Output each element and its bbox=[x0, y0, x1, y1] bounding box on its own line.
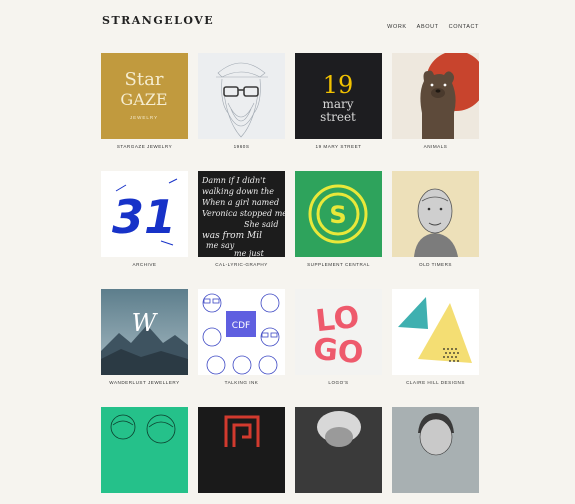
archive-artwork: 31 bbox=[101, 171, 188, 257]
art-text: 31 bbox=[112, 190, 176, 244]
portfolio-caption[interactable]: ANIMALS bbox=[392, 144, 479, 150]
art-text: JEWELRY bbox=[130, 115, 158, 120]
portfolio-caption[interactable]: 1960S bbox=[198, 144, 285, 150]
red-maze-artwork bbox=[198, 407, 285, 493]
portfolio-thumbnail[interactable] bbox=[392, 289, 479, 375]
portfolio-thumbnail[interactable] bbox=[392, 53, 479, 139]
nav-work[interactable]: WORK bbox=[387, 24, 407, 30]
portfolio-item-13[interactable] bbox=[101, 407, 188, 504]
portfolio-caption[interactable]: LOGO'S bbox=[295, 380, 382, 386]
geometric-triangles bbox=[392, 289, 479, 375]
portfolio-caption[interactable]: CAL-LYRIC-GRAPHY bbox=[198, 262, 285, 268]
art-text: was from Mil bbox=[202, 231, 262, 241]
portfolio-caption[interactable]: CLAIRE HILL DESIGNS bbox=[392, 380, 479, 386]
green-faces-artwork bbox=[101, 407, 188, 493]
portfolio-thumbnail[interactable]: LO GO bbox=[295, 289, 382, 375]
portfolio-thumbnail[interactable] bbox=[198, 407, 285, 493]
calligraphy-artwork: Damn if I didn't walking down the When a… bbox=[198, 171, 285, 257]
art-text: S bbox=[329, 201, 346, 229]
portfolio-thumbnail[interactable]: 31 bbox=[101, 171, 188, 257]
portfolio-thumbnail[interactable] bbox=[392, 407, 479, 493]
portfolio-caption[interactable]: STARGAZE JEWELRY bbox=[101, 144, 188, 150]
man-portrait-artwork bbox=[392, 407, 479, 493]
portfolio-caption[interactable]: ARCHIVE bbox=[101, 262, 188, 268]
portfolio-thumbnail[interactable]: 19 mary street bbox=[295, 53, 382, 139]
portfolio-item-animals[interactable]: ANIMALS bbox=[392, 53, 479, 150]
portfolio-caption[interactable] bbox=[392, 498, 479, 504]
portfolio-item-cal-lyric-graphy[interactable]: Damn if I didn't walking down the When a… bbox=[198, 171, 285, 268]
old-man-portrait bbox=[392, 171, 479, 257]
art-text: me say bbox=[206, 241, 235, 250]
art-text: Star bbox=[125, 69, 164, 90]
art-text: W bbox=[132, 309, 159, 337]
portfolio-item-supplement-central[interactable]: S SUPPLEMENT CENTRAL bbox=[295, 171, 382, 268]
talking-ink-artwork: CDF bbox=[198, 289, 285, 375]
portfolio-item-19-mary-street[interactable]: 19 mary street 19 MARY STREET bbox=[295, 53, 382, 150]
bear-illustration bbox=[392, 53, 479, 139]
site-logo[interactable]: STRANGELOVE bbox=[102, 14, 214, 27]
nav-about[interactable]: ABOUT bbox=[417, 24, 439, 30]
mountain-landscape: W bbox=[101, 289, 188, 375]
portfolio-caption[interactable] bbox=[101, 498, 188, 504]
art-text: 19 bbox=[323, 71, 354, 99]
portfolio-caption[interactable] bbox=[295, 498, 382, 504]
stargaze-artwork: Star GAZE JEWELRY bbox=[101, 53, 188, 139]
portfolio-caption[interactable]: 19 MARY STREET bbox=[295, 144, 382, 150]
art-text: When a girl named bbox=[202, 198, 279, 207]
portfolio-caption[interactable]: OLD TIMERS bbox=[392, 262, 479, 268]
mary-street-artwork: 19 mary street bbox=[295, 53, 382, 139]
portfolio-thumbnail[interactable]: Star GAZE JEWELRY bbox=[101, 53, 188, 139]
art-text: GO bbox=[312, 332, 365, 371]
supplement-logo-artwork: S bbox=[295, 171, 382, 257]
portfolio-item-logos[interactable]: LO GO LOGO'S bbox=[295, 289, 382, 386]
portfolio-thumbnail[interactable]: CDF bbox=[198, 289, 285, 375]
logo-lettering-artwork: LO GO bbox=[295, 289, 382, 375]
portfolio-thumbnail[interactable] bbox=[295, 407, 382, 493]
portfolio-caption[interactable]: TALKING INK bbox=[198, 380, 285, 386]
art-text: street bbox=[320, 110, 356, 124]
portfolio-item-wanderlust-jewellery[interactable]: W WANDERLUST JEWELLERY bbox=[101, 289, 188, 386]
portfolio-item-claire-hill-designs[interactable]: CLAIRE HILL DESIGNS bbox=[392, 289, 479, 386]
portrait-photo-artwork bbox=[295, 407, 382, 493]
main-nav: WORK ABOUT CONTACT bbox=[387, 24, 479, 30]
portfolio-item-stargaze[interactable]: Star GAZE JEWELRY STARGAZE JEWELRY bbox=[101, 53, 188, 150]
art-text: She said bbox=[244, 220, 278, 229]
portfolio-thumbnail[interactable] bbox=[198, 53, 285, 139]
portfolio-caption[interactable]: SUPPLEMENT CENTRAL bbox=[295, 262, 382, 268]
art-text: GAZE bbox=[120, 90, 167, 109]
bearded-man-illustration bbox=[198, 53, 285, 139]
portfolio-thumbnail[interactable] bbox=[101, 407, 188, 493]
portfolio-thumbnail[interactable]: S bbox=[295, 171, 382, 257]
portfolio-thumbnail[interactable]: Damn if I didn't walking down the When a… bbox=[198, 171, 285, 257]
portfolio-item-1960s[interactable]: 1960S bbox=[198, 53, 285, 150]
portfolio-grid: Star GAZE JEWELRY STARGAZE JEWELRY 1960S… bbox=[101, 53, 479, 504]
art-text: CDF bbox=[232, 321, 250, 331]
art-text: mary bbox=[322, 97, 353, 111]
portfolio-item-15[interactable] bbox=[295, 407, 382, 504]
portfolio-item-16[interactable] bbox=[392, 407, 479, 504]
art-text: me just bbox=[234, 249, 265, 257]
nav-contact[interactable]: CONTACT bbox=[449, 24, 479, 30]
portfolio-caption[interactable] bbox=[198, 498, 285, 504]
portfolio-thumbnail[interactable] bbox=[392, 171, 479, 257]
portfolio-thumbnail[interactable]: W bbox=[101, 289, 188, 375]
art-text: walking down the bbox=[202, 187, 274, 196]
portfolio-item-archive[interactable]: 31 ARCHIVE bbox=[101, 171, 188, 268]
portfolio-item-14[interactable] bbox=[198, 407, 285, 504]
portfolio-item-old-timers[interactable]: OLD TIMERS bbox=[392, 171, 479, 268]
art-text: Veronica stopped me bbox=[202, 209, 285, 218]
portfolio-caption[interactable]: WANDERLUST JEWELLERY bbox=[101, 380, 188, 386]
portfolio-item-talking-ink[interactable]: CDF TALKING INK bbox=[198, 289, 285, 386]
art-text: Damn if I didn't bbox=[201, 176, 266, 185]
